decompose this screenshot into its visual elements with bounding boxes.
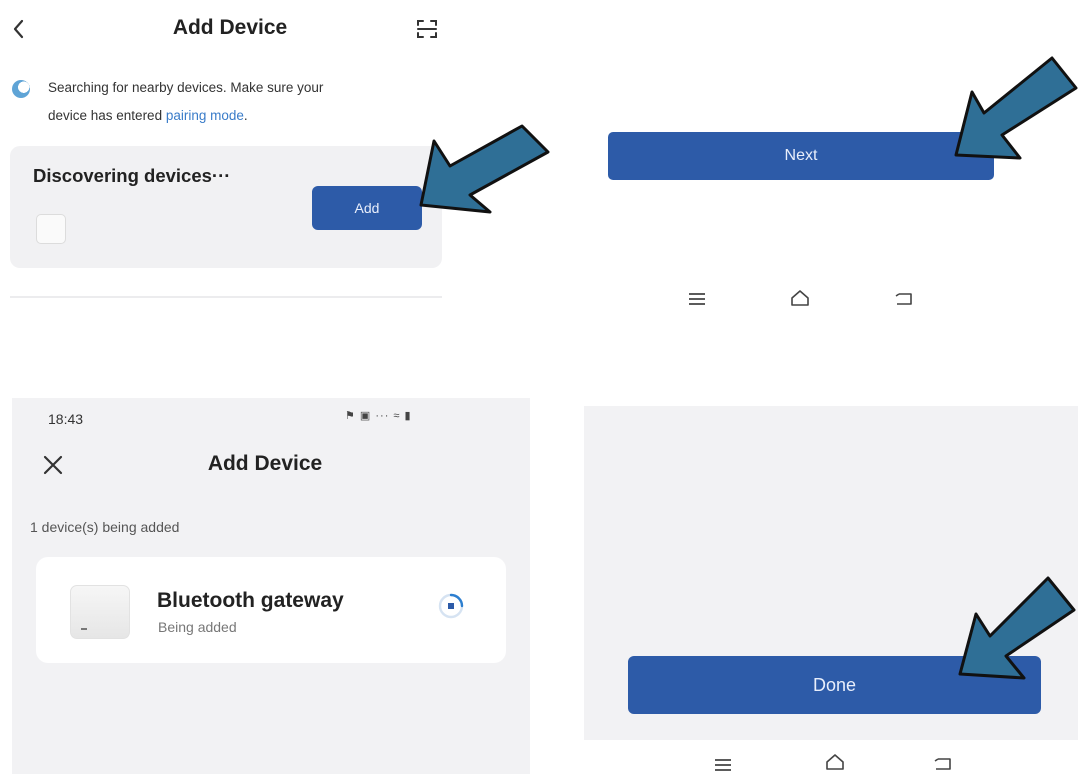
annotation-arrows — [419, 56, 1078, 680]
arrow-icon — [954, 56, 1078, 160]
arrow-icon — [419, 124, 550, 214]
arrow-icon — [958, 576, 1076, 680]
